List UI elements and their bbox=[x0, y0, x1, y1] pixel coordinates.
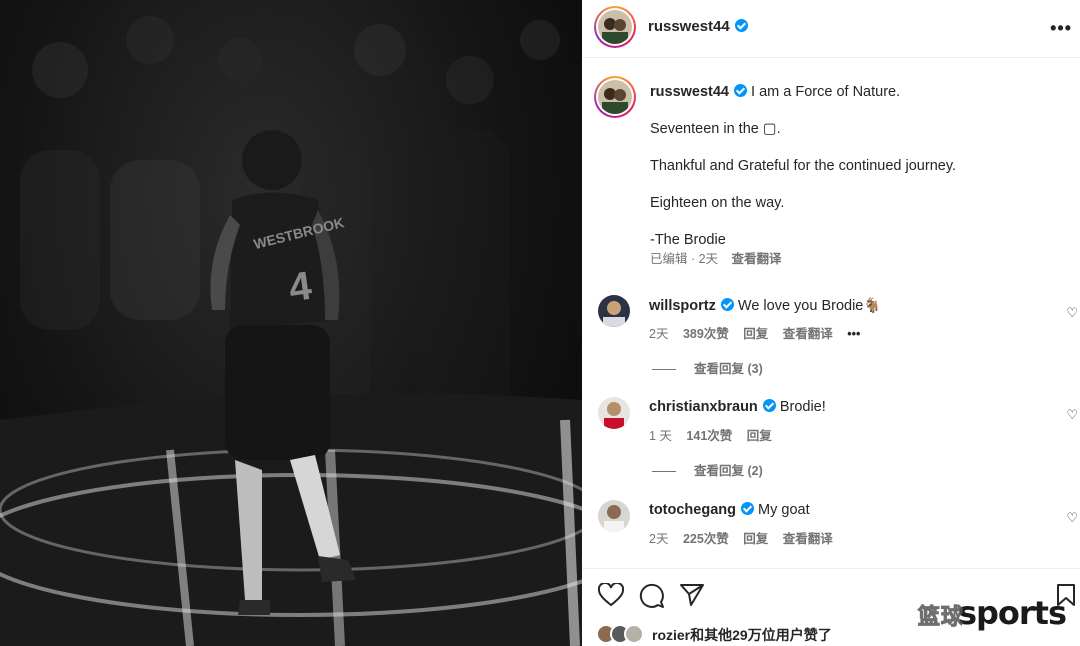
comment-username[interactable]: totochegang bbox=[649, 502, 736, 518]
caption-meta: 已编辑 · 2天 查看翻译 bbox=[650, 249, 1070, 269]
caption-line: Thankful and Grateful for the continued … bbox=[650, 158, 957, 174]
post-caption: russwest44 I am a Force of Nature. Seven… bbox=[650, 82, 1070, 269]
caption-line: Seventeen in the ▢. bbox=[650, 121, 781, 137]
player-photo-illustration: WESTBROOK 4 bbox=[0, 16, 582, 646]
comment-like-heart-icon[interactable]: ♡ bbox=[1066, 305, 1078, 321]
verified-badge-icon bbox=[720, 298, 734, 311]
view-replies-button[interactable]: 查看回复 (2) bbox=[652, 460, 763, 479]
verified-badge-icon bbox=[734, 84, 747, 97]
commenter-avatar[interactable] bbox=[598, 397, 630, 429]
avatar bbox=[624, 624, 644, 644]
comment-username[interactable]: willsportz bbox=[649, 298, 716, 314]
caption-line: -The Brodie bbox=[650, 232, 726, 248]
more-options-icon[interactable]: ••• bbox=[1050, 18, 1072, 39]
see-translation-link[interactable]: 查看翻译 bbox=[732, 252, 782, 266]
commenter-avatar[interactable] bbox=[598, 295, 630, 327]
share-send-icon[interactable] bbox=[679, 583, 705, 612]
comment-more-icon[interactable]: ••• bbox=[847, 327, 860, 341]
story-ring[interactable] bbox=[594, 6, 636, 48]
see-translation-link[interactable]: 查看翻译 bbox=[783, 532, 833, 546]
post-header: russwest44 ••• bbox=[582, 0, 1080, 58]
comment-text: Brodie! bbox=[779, 399, 826, 415]
liked-by-text[interactable]: rozier和其他29万位用户赞了 bbox=[652, 625, 832, 645]
avatar bbox=[598, 80, 632, 114]
caption-line: I am a Force of Nature. bbox=[751, 84, 901, 100]
comment-time: 2天 bbox=[649, 532, 669, 546]
comment-likes[interactable]: 141次赞 bbox=[686, 429, 732, 443]
comment-bubble-icon[interactable] bbox=[639, 583, 665, 614]
comment-time: 1 天 bbox=[649, 429, 672, 443]
edited-timestamp: 已编辑 · 2天 bbox=[650, 252, 719, 266]
verified-badge-icon bbox=[762, 399, 776, 412]
commenter-avatar[interactable] bbox=[598, 500, 630, 532]
post-detail-panel: russwest44 ••• russwest44 I am a Force o… bbox=[582, 0, 1080, 646]
see-translation-link[interactable]: 查看翻译 bbox=[783, 327, 833, 341]
comment-text: We love you Brodie🐐 bbox=[737, 298, 882, 314]
comment-like-heart-icon[interactable]: ♡ bbox=[1066, 510, 1078, 526]
comment-text: My goat bbox=[758, 502, 810, 518]
verified-badge-icon bbox=[741, 502, 754, 515]
view-replies-button[interactable]: 查看回复 (3) bbox=[652, 358, 763, 377]
caption-username[interactable]: russwest44 bbox=[650, 84, 729, 100]
caption-avatar[interactable] bbox=[594, 76, 636, 118]
avatar bbox=[598, 10, 632, 44]
comment-likes[interactable]: 225次赞 bbox=[683, 532, 729, 546]
reply-button[interactable]: 回复 bbox=[743, 327, 768, 341]
header-username[interactable]: russwest44 bbox=[648, 18, 748, 35]
verified-badge-icon bbox=[734, 19, 748, 32]
like-heart-icon[interactable] bbox=[597, 581, 625, 612]
post-photo[interactable]: WESTBROOK 4 bbox=[0, 0, 582, 646]
reply-button[interactable]: 回复 bbox=[743, 532, 768, 546]
comment-likes[interactable]: 389次赞 bbox=[683, 327, 729, 341]
watermark-logo: 篮球sports bbox=[917, 594, 1067, 632]
reply-button[interactable]: 回复 bbox=[747, 429, 772, 443]
comment-like-heart-icon[interactable]: ♡ bbox=[1066, 407, 1078, 423]
comment-time: 2天 bbox=[649, 327, 669, 341]
comment-username[interactable]: christianxbraun bbox=[649, 399, 758, 415]
caption-line: Eighteen on the way. bbox=[650, 195, 785, 211]
